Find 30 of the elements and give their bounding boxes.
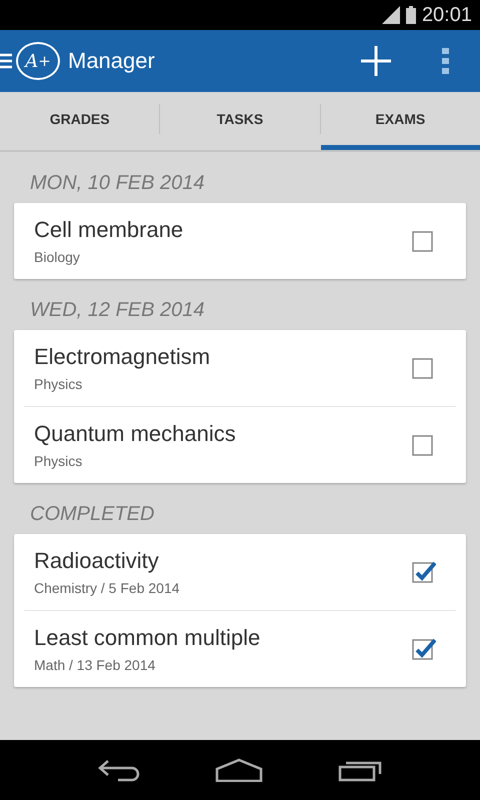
exam-subject: Chemistry / 5 Feb 2014	[34, 580, 181, 596]
home-icon[interactable]	[214, 758, 263, 782]
exam-title: Cell membrane	[34, 217, 184, 243]
checkbox[interactable]	[412, 638, 436, 660]
section-header: WED, 12 FEB 2014	[29, 298, 206, 323]
section-header: COMPLETED	[29, 502, 156, 527]
battery-icon	[406, 6, 416, 24]
checkbox[interactable]	[412, 357, 436, 379]
exam-subject: Physics	[34, 453, 84, 469]
exam-title: Least common multiple	[34, 625, 262, 651]
exam-subject: Biology	[34, 249, 81, 265]
section-header: MON, 10 FEB 2014	[29, 171, 206, 196]
back-icon[interactable]	[98, 758, 140, 782]
menu-icon[interactable]	[0, 52, 12, 70]
tab[interactable]: GRADES	[0, 92, 160, 150]
exam-subject: Math / 13 Feb 2014	[34, 657, 156, 673]
signal-icon	[382, 6, 400, 24]
clock: 20:01	[422, 4, 472, 26]
exam-title: Radioactivity	[34, 548, 160, 574]
tab[interactable]: EXAMS	[320, 92, 480, 150]
exam-title: Quantum mechanics	[34, 421, 237, 447]
tab[interactable]: TASKS	[160, 92, 320, 150]
checkbox[interactable]	[412, 434, 436, 456]
add-icon[interactable]	[360, 45, 392, 77]
exam-subject: Physics	[34, 376, 84, 392]
checkbox[interactable]	[412, 230, 436, 252]
checkbox[interactable]	[412, 561, 436, 583]
exam-title: Electromagnetism	[34, 344, 212, 370]
more-icon[interactable]	[442, 48, 450, 74]
app-title: Manager	[68, 48, 156, 74]
